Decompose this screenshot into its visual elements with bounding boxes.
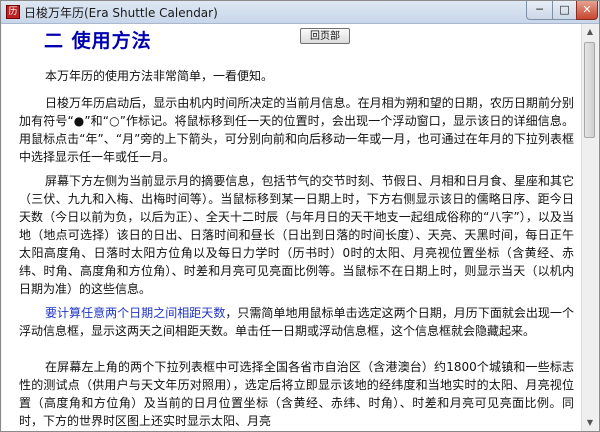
close-button[interactable]: ✕ [576,1,598,20]
vertical-scrollbar[interactable]: ▲ ▼ [581,24,598,431]
app-window: 历 日梭万年历(Era Shuttle Calendar) ─ □ ✕ 二 使用… [0,0,600,432]
paragraph-intro: 本万年历的使用方法非常简单，一看便知。 [45,69,274,83]
scroll-down-arrow-icon[interactable]: ▼ [582,415,598,431]
title-bar[interactable]: 历 日梭万年历(Era Shuttle Calendar) ─ □ ✕ [1,1,599,24]
window-title: 日梭万年历(Era Shuttle Calendar) [24,6,218,20]
calendar-app-icon: 历 [6,5,20,19]
paragraph-day-diff: 要计算任意两个日期之间相距天数，只需简单地用鼠标单击选定这两个日期，月历下面就会… [19,304,574,340]
maximize-button[interactable]: □ [552,1,576,20]
section-title: 二 使用方法 [44,30,152,52]
paragraph-startup: 日梭万年历启动后，显示由机内时间所决定的当前月信息。在月相为朔和望的日期，农历日… [19,96,574,164]
scroll-thumb[interactable] [584,42,595,138]
back-to-top-button[interactable]: 回页部 [300,28,350,44]
help-content[interactable]: 二 使用方法 回页部 本万年历的使用方法非常简单，一看便知。 日梭万年历启动后，… [2,24,598,431]
paragraph-bottom-info: 屏幕下方左侧为当前显示月的摘要信息，包括节气的交节时刻、节假日、月相和日月食、星… [19,174,574,296]
minimize-button[interactable]: ─ [526,1,552,20]
day-diff-link[interactable]: 要计算任意两个日期之间相距天数 [45,306,225,320]
paragraph-location: 在屏幕左上角的两个下拉列表框中可选择全国各省市自治区（含港澳台）约1800个城镇… [19,360,574,428]
scroll-up-arrow-icon[interactable]: ▲ [582,24,598,40]
